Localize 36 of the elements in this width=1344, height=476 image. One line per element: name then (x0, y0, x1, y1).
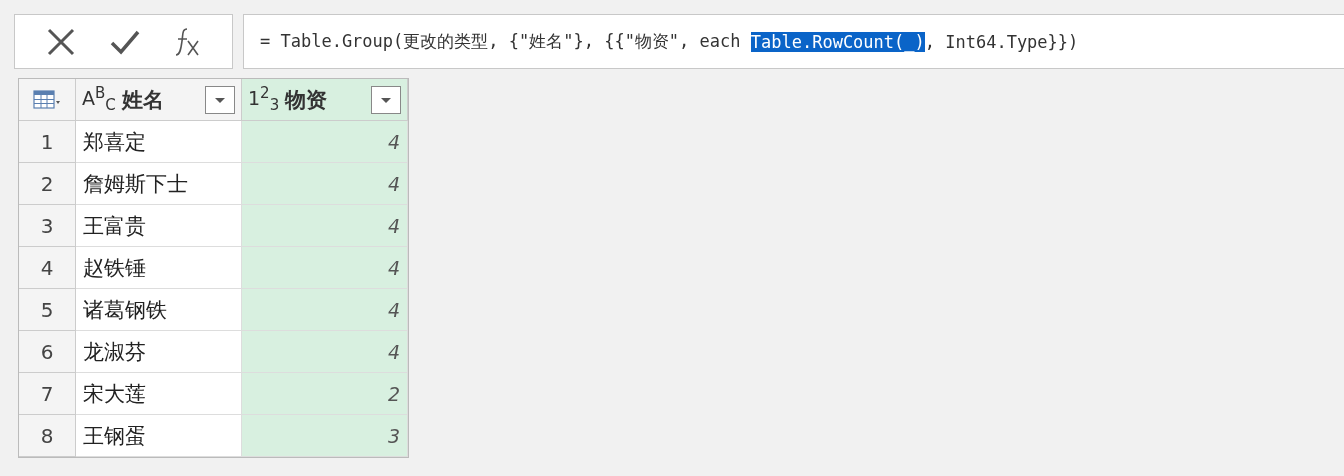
table-cell: 赵铁锤 (76, 247, 242, 289)
table-cell: 王富贵 (76, 205, 242, 247)
table-cell: 龙淑芬 (76, 331, 242, 373)
row-number: 2 (19, 163, 76, 205)
table-menu-icon[interactable] (33, 88, 61, 111)
column-header[interactable]: A$^{B}$$_{C}$ 姓名 (76, 79, 242, 121)
table-cell: 4 (242, 121, 408, 163)
table-cell: 詹姆斯下士 (76, 163, 242, 205)
table-corner-cell[interactable] (19, 79, 76, 121)
table-cell: 3 (242, 415, 408, 457)
row-number: 3 (19, 205, 76, 247)
table-cell: 4 (242, 247, 408, 289)
formula-field[interactable]: = Table.Group(更改的类型, {"姓名"}, {{"物资", each Table.RowCount(_), Int64.Type}}) (243, 14, 1344, 69)
table-cell: 4 (242, 163, 408, 205)
table-cell: 4 (242, 331, 408, 373)
table-cell: 王钢蛋 (76, 415, 242, 457)
row-number: 4 (19, 247, 76, 289)
row-number: 7 (19, 373, 76, 415)
filter-dropdown-icon[interactable] (205, 85, 235, 114)
row-number: 6 (19, 331, 76, 373)
column-title: 物资 (285, 86, 329, 114)
close-icon[interactable] (46, 26, 77, 57)
column-title: 姓名 (121, 86, 165, 114)
checkmark-icon[interactable] (110, 28, 141, 55)
table-cell: 4 (242, 289, 408, 331)
column-header[interactable]: 1$^{2}$$_{3}$ 物资 (242, 79, 408, 121)
table-cell: 宋大莲 (76, 373, 242, 415)
table-cell: 郑喜定 (76, 121, 242, 163)
table-cell: 2 (242, 373, 408, 415)
table-cell: 诸葛钢铁 (76, 289, 242, 331)
row-number: 1 (19, 121, 76, 163)
row-number: 8 (19, 415, 76, 457)
table-cell: 4 (242, 205, 408, 247)
row-number: 5 (19, 289, 76, 331)
function-icon[interactable] (174, 26, 201, 57)
filter-dropdown-icon[interactable] (371, 85, 401, 114)
